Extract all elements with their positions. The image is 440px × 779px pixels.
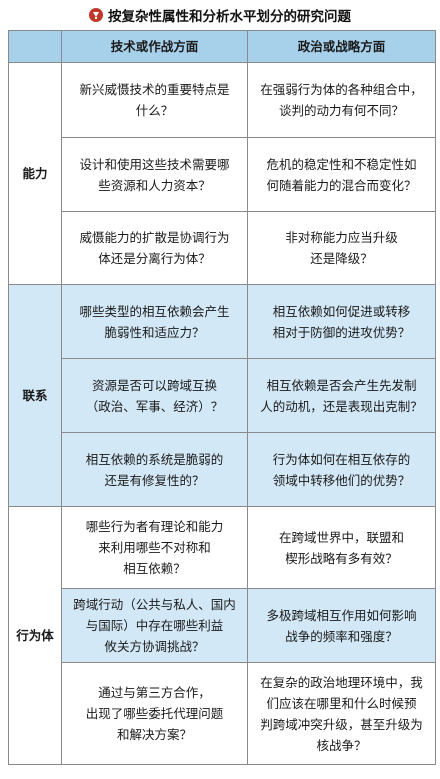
tech-cell: 资源是否可以跨域互换 （政治、军事、经济）？: [61, 358, 248, 433]
table-row: 通过与第三方合作， 出现了哪些委托代理问题 和解决方案？ 在复杂的政治地理环境中…: [9, 662, 436, 765]
pol-question: 多极跨域相互作用如何影响 战争的频率和强度？: [266, 607, 417, 644]
table-row: 能力 新兴威慑技术的重要特点是 什么？ 在强弱行为体的各种组合中， 谈判的动力有…: [8, 62, 436, 285]
pol-cell: 相互依赖是否会产生先发制 人的动机，还是表现出克制？: [247, 358, 436, 433]
down-arrow-circle-icon: [89, 8, 103, 22]
tech-cell: 相互依赖的系统是脆弱的 还是有修复性的？: [61, 432, 248, 507]
table-row: 资源是否可以跨域互换 （政治、军事、经济）？ 相互依赖是否会产生先发制 人的动机…: [9, 358, 436, 433]
pol-cell: 相互依赖如何促进或转移 相对于防御的进攻优势？: [247, 284, 436, 359]
tech-cell: 通过与第三方合作， 出现了哪些委托代理问题 和解决方案？: [61, 662, 248, 765]
group-link: 联系 哪些类型的相互依赖会产生 脆弱性和适应力？ 相互依赖如何促进或转移 相对于…: [8, 284, 436, 507]
group-actor: 行为体 哪些行为者有理论和能力 来利用哪些不对称和 相互依赖？ 在跨域世界中，联…: [8, 506, 436, 765]
pol-question: 危机的稳定性和不稳定性如 何随着能力的混合而变化？: [266, 156, 417, 193]
header-political-strategic: 政治或战略方面: [247, 30, 436, 63]
table-row: 跨域行动（公共与私人、国内 与国际）中存在哪些利益 攸关方协调挑战？ 多极跨域相…: [9, 588, 436, 663]
pol-question: 在跨域世界中，联盟和 楔形战略有多有效？: [278, 529, 404, 566]
pol-cell: 多极跨域相互作用如何影响 战争的频率和强度？: [247, 588, 436, 663]
tech-question: 资源是否可以跨域互换 （政治、军事、经济）？: [85, 377, 224, 414]
table-header-row: 技术或作战方面 政治或战略方面: [8, 30, 436, 63]
tech-cell: 哪些类型的相互依赖会产生 脆弱性和适应力？: [61, 284, 248, 359]
table-row: 相互依赖的系统是脆弱的 还是有修复性的？ 行为体如何在相互依存的 领域中转移他们…: [9, 432, 436, 507]
research-questions-table: 技术或作战方面 政治或战略方面 能力 新兴威慑技术的重要特点是 什么？ 在强弱行…: [8, 30, 436, 765]
table-row: 威慑能力的扩散是协调行为 体还是分离行为体？ 非对称能力应当升级 还是降级？: [9, 211, 436, 285]
page-title: 按复杂性属性和分析水平划分的研究问题: [0, 4, 440, 26]
tech-question: 设计和使用这些技术需要哪 些资源和人力资本？: [79, 156, 230, 193]
tech-question: 哪些行为者有理论和能力 来利用哪些不对称和 相互依赖？: [85, 519, 224, 576]
table-row: 行为体 哪些行为者有理论和能力 来利用哪些不对称和 相互依赖？ 在跨域世界中，联…: [8, 506, 436, 765]
pol-cell: 危机的稳定性和不稳定性如 何随着能力的混合而变化？: [247, 137, 436, 212]
tech-question: 哪些类型的相互依赖会产生 脆弱性和适应力？: [79, 303, 230, 340]
tech-question: 跨域行动（公共与私人、国内 与国际）中存在哪些利益 攸关方协调挑战？: [73, 597, 236, 654]
title-text: 按复杂性属性和分析水平划分的研究问题: [108, 9, 351, 25]
category-actor: 行为体: [8, 506, 62, 765]
header-corner: [8, 30, 62, 63]
pol-question: 相互依赖是否会产生先发制 人的动机，还是表现出克制？: [260, 377, 423, 414]
pol-cell: 在复杂的政治地理环境中，我 们应该在哪里和什么时候预 判跨域冲突升级，甚至升级为…: [247, 662, 436, 765]
tech-cell: 设计和使用这些技术需要哪 些资源和人力资本？: [61, 137, 248, 212]
tech-question: 通过与第三方合作， 出现了哪些委托代理问题 和解决方案？: [85, 685, 224, 742]
pol-question: 非对称能力应当升级 还是降级？: [285, 230, 398, 266]
pol-cell: 在跨域世界中，联盟和 楔形战略有多有效？: [247, 506, 436, 589]
pol-question: 相互依赖如何促进或转移 相对于防御的进攻优势？: [272, 303, 411, 340]
tech-cell: 新兴威慑技术的重要特点是 什么？: [61, 62, 248, 138]
tech-question: 新兴威慑技术的重要特点是 什么？: [79, 82, 230, 118]
pol-question: 在强弱行为体的各种组合中， 谈判的动力有何不同？: [260, 82, 423, 118]
pol-question: 在复杂的政治地理环境中，我 们应该在哪里和什么时候预 判跨域冲突升级，甚至升级为…: [260, 674, 423, 753]
category-link: 联系: [8, 284, 62, 507]
group-ability: 能力 新兴威慑技术的重要特点是 什么？ 在强弱行为体的各种组合中， 谈判的动力有…: [8, 62, 436, 285]
category-ability: 能力: [8, 62, 62, 285]
table-row: 联系 哪些类型的相互依赖会产生 脆弱性和适应力？ 相互依赖如何促进或转移 相对于…: [8, 284, 436, 507]
table-row: 设计和使用这些技术需要哪 些资源和人力资本？ 危机的稳定性和不稳定性如 何随着能…: [9, 137, 436, 212]
tech-cell: 跨域行动（公共与私人、国内 与国际）中存在哪些利益 攸关方协调挑战？: [61, 588, 248, 663]
tech-question: 相互依赖的系统是脆弱的 还是有修复性的？: [85, 451, 224, 488]
page: 按复杂性属性和分析水平划分的研究问题 技术或作战方面 政治或战略方面 能力 新兴…: [0, 0, 440, 779]
tech-question: 威慑能力的扩散是协调行为 体还是分离行为体？: [79, 230, 230, 266]
header-tech-operational: 技术或作战方面: [61, 30, 248, 63]
pol-question: 行为体如何在相互依存的 领域中转移他们的优势？: [272, 451, 411, 488]
pol-cell: 在强弱行为体的各种组合中， 谈判的动力有何不同？: [247, 62, 436, 138]
pol-cell: 非对称能力应当升级 还是降级？: [247, 211, 436, 285]
tech-cell: 威慑能力的扩散是协调行为 体还是分离行为体？: [61, 211, 248, 285]
pol-cell: 行为体如何在相互依存的 领域中转移他们的优势？: [247, 432, 436, 507]
tech-cell: 哪些行为者有理论和能力 来利用哪些不对称和 相互依赖？: [61, 506, 248, 589]
